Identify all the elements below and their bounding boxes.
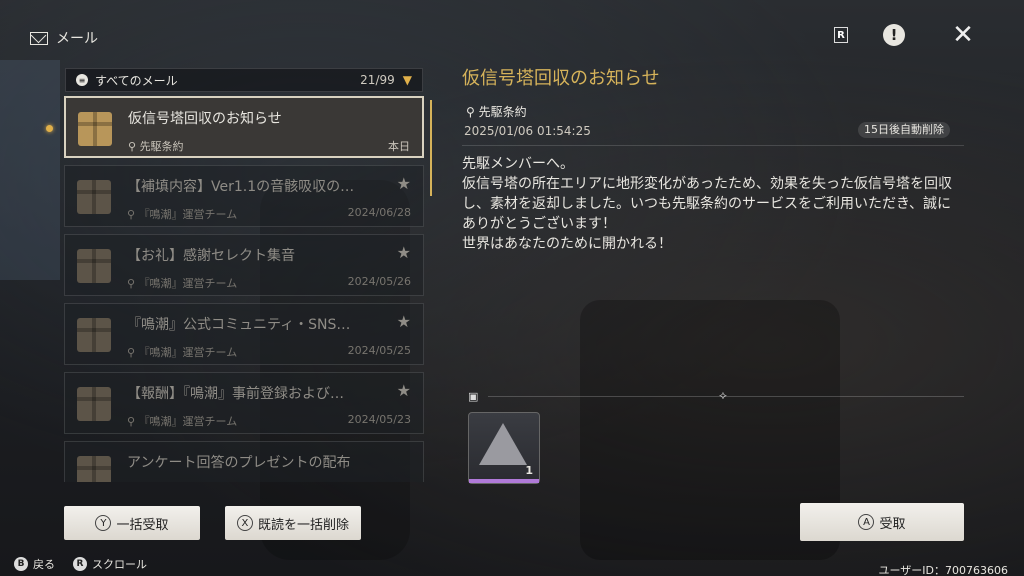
y-key-icon: Y	[95, 515, 112, 531]
mail-subject: アンケート回答のプレゼントの配布	[127, 455, 351, 471]
mail-sender: ⚲ 『鳴潮』運営チーム	[127, 413, 237, 429]
mail-list-item[interactable]: 【お礼】感謝セレクト集音 ★ ⚲ 『鳴潮』運営チーム 2024/05/26	[64, 234, 424, 296]
mail-date: 2024/05/23	[347, 413, 411, 426]
selection-indicator	[46, 125, 53, 132]
mail-sender-label: 『鳴潮』運営チーム	[138, 277, 238, 290]
mail-list-item[interactable]: 【報酬】『鳴潮』事前登録および… ★ ⚲ 『鳴潮』運営チーム 2024/05/2…	[64, 372, 424, 434]
pin-icon: ⚲	[127, 277, 139, 290]
gift-icon	[77, 387, 111, 421]
mail-body-text: 先駆メンバーへ。 仮信号塔の所在エリアに地形変化があったため、効果を失った仮信号…	[462, 156, 952, 252]
footer-hints: B 戻る R スクロール	[14, 556, 147, 572]
mail-sender: ⚲ 『鳴潮』運営チーム	[127, 344, 237, 360]
pin-icon: ⚲	[127, 208, 139, 221]
page-title: メール	[30, 28, 98, 48]
gift-icon	[77, 180, 111, 214]
filter-label: すべてのメール	[95, 73, 178, 88]
r-key-icon: R	[73, 557, 87, 571]
list-icon: ≡	[76, 74, 88, 86]
expire-badge: 15日後自動削除	[858, 122, 950, 138]
scroll-hint: R スクロール	[73, 556, 147, 572]
scroll-label: スクロール	[92, 558, 147, 571]
mail-list-item[interactable]: アンケート回答のプレゼントの配布	[64, 441, 424, 482]
mail-list-item[interactable]: 『鳴潮』公式コミュニティ・SNS… ★ ⚲ 『鳴潮』運営チーム 2024/05/…	[64, 303, 424, 365]
chevron-down-icon: ▼	[402, 73, 412, 87]
mail-detail-title: 仮信号塔回収のお知らせ	[462, 68, 660, 89]
back-hint[interactable]: B 戻る	[14, 556, 55, 572]
back-label: 戻る	[33, 558, 55, 571]
mail-detail-body: 先駆メンバーへ。 仮信号塔の所在エリアに地形変化があったため、効果を失った仮信号…	[462, 154, 962, 254]
mail-subject: 【報酬】『鳴潮』事前登録および…	[127, 386, 344, 402]
mail-detail-sender: ⚲ 先駆条約	[466, 103, 527, 120]
mail-date: 2024/05/26	[347, 275, 411, 288]
mail-list-item[interactable]: 仮信号塔回収のお知らせ ⚲ 先駆条約 本日	[64, 96, 424, 158]
claim-all-label: 一括受取	[116, 517, 169, 533]
alert-icon[interactable]: !	[883, 24, 905, 46]
reward-section-icon: ▣	[468, 390, 479, 403]
pin-icon: ⚲	[127, 346, 139, 359]
mail-subject: 『鳴潮』公式コミュニティ・SNS…	[127, 317, 351, 333]
mail-detail-datetime: 2025/01/06 01:54:25	[464, 124, 591, 138]
mail-count: 21/99	[360, 73, 395, 87]
a-key-icon: A	[858, 514, 875, 530]
gift-icon	[78, 112, 112, 146]
b-key-icon: B	[14, 557, 28, 571]
mail-subject: 【補填内容】Ver1.1の音骸吸収の…	[127, 179, 355, 195]
gift-icon	[77, 456, 111, 482]
mail-sender: ⚲ 先駆条約	[128, 138, 184, 154]
top-bar: メール R ! ✕	[0, 0, 1024, 60]
mail-icon	[30, 31, 48, 45]
gift-icon	[77, 249, 111, 283]
delete-read-label: 既読を一括削除	[257, 517, 349, 533]
mail-subject: 仮信号塔回収のお知らせ	[128, 111, 282, 127]
signal-tower-icon	[479, 423, 527, 465]
pin-icon: ⚲	[127, 415, 139, 428]
mail-sender-label: 『鳴潮』運営チーム	[138, 208, 238, 221]
pin-icon: ⚲	[128, 140, 140, 153]
star-icon: ★	[396, 174, 411, 193]
close-icon[interactable]: ✕	[952, 20, 974, 50]
user-id: ユーザーID：700763606	[878, 564, 1008, 576]
mail-filter-dropdown[interactable]: ≡ すべてのメール 21/99 ▼	[65, 68, 423, 92]
mail-sender-label: 先駆条約	[139, 140, 184, 153]
claim-button[interactable]: A 受取	[800, 503, 964, 541]
sender-label: 先駆条約	[478, 105, 527, 119]
mail-list-item[interactable]: 【補填内容】Ver1.1の音骸吸収の… ★ ⚲ 『鳴潮』運営チーム 2024/0…	[64, 165, 424, 227]
star-icon: ★	[396, 243, 411, 262]
background-shape	[0, 60, 60, 280]
mail-sender-label: 『鳴潮』運営チーム	[138, 346, 238, 359]
x-key-icon: X	[236, 515, 253, 531]
mail-date: 本日	[388, 140, 410, 153]
mail-date: 2024/06/28	[347, 206, 411, 219]
reward-item[interactable]: 1	[468, 412, 540, 484]
mail-subject: 【お礼】感謝セレクト集音	[127, 248, 295, 264]
mail-sender-label: 『鳴潮』運営チーム	[138, 415, 238, 428]
mail-sender: ⚲ 『鳴潮』運営チーム	[127, 206, 237, 222]
r-key-icon[interactable]: R	[834, 27, 848, 43]
star-icon: ★	[396, 312, 411, 331]
pin-icon: ⚲	[466, 105, 479, 119]
divider	[462, 145, 964, 146]
mail-sender: ⚲ 『鳴潮』運営チーム	[127, 275, 237, 291]
claim-all-button[interactable]: Y 一括受取	[64, 506, 200, 540]
mail-list: 仮信号塔回収のお知らせ ⚲ 先駆条約 本日 【補填内容】Ver1.1の音骸吸収の…	[62, 96, 432, 482]
ornament-icon: ⟡	[719, 388, 727, 402]
gift-icon	[77, 318, 111, 352]
mail-date: 2024/05/25	[347, 344, 411, 357]
page-title-label: メール	[56, 31, 98, 47]
reward-quantity: 1	[525, 464, 533, 477]
star-icon: ★	[396, 381, 411, 400]
delete-read-button[interactable]: X 既読を一括削除	[225, 506, 361, 540]
claim-label: 受取	[879, 516, 906, 532]
